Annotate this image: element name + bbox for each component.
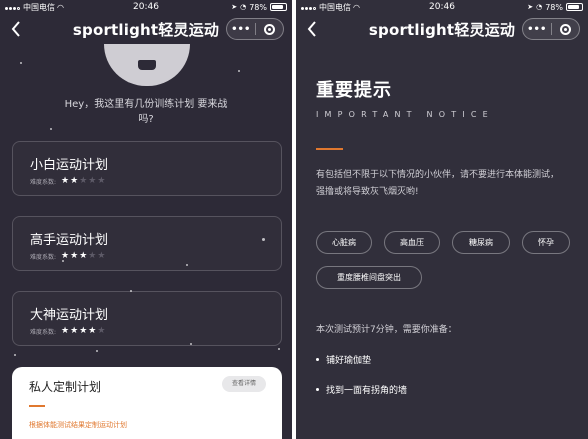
back-arrow-icon — [307, 21, 316, 37]
difficulty-stars: ★★★★★ — [61, 326, 106, 336]
accent-divider — [29, 405, 45, 407]
star-filled-icon: ★ — [70, 176, 80, 186]
star-decoration — [278, 348, 280, 350]
status-time: 20:46 — [429, 2, 455, 12]
plan-card-expert[interactable]: 高手运动计划 难度系数: ★★★★★ — [12, 216, 282, 271]
condition-tag: 糖尿病 — [452, 231, 510, 254]
back-button[interactable] — [6, 19, 26, 39]
custom-plan-description: 根据体能测试结果定制运动计划 — [29, 421, 127, 429]
battery-icon — [566, 3, 583, 11]
star-decoration — [238, 70, 240, 72]
navigation-bar: sportlight轻灵运动 ••• — [296, 14, 588, 44]
difficulty-label: 难度系数: — [30, 328, 57, 336]
more-menu-button[interactable]: ••• — [523, 24, 551, 35]
star-filled-icon: ★ — [61, 176, 71, 186]
close-miniprogram-button[interactable] — [552, 23, 580, 35]
star-decoration — [50, 128, 52, 130]
star-empty-icon: ★ — [97, 326, 107, 336]
star-filled-icon: ★ — [79, 326, 89, 336]
wifi-icon: ◠ — [57, 2, 64, 12]
battery-percent: 78% — [545, 2, 563, 12]
carrier-name: 中国电信 — [319, 2, 351, 12]
greeting-text: Hey，我这里有几份训练计划 要来战吗? — [64, 99, 228, 125]
condition-tag: 怀孕 — [522, 231, 570, 254]
star-filled-icon: ★ — [70, 326, 80, 336]
accent-divider — [316, 148, 343, 150]
status-bar: 中国电信 ◠ 20:46 ➤ ◔ 78% — [0, 0, 292, 14]
plan-card-master[interactable]: 大神运动计划 难度系数: ★★★★★ — [12, 291, 282, 346]
preparation-item-text: 铺好瑜伽垫 — [326, 356, 372, 366]
preparation-item-text: 找到一面有拐角的墙 — [326, 386, 408, 396]
plan-card-beginner[interactable]: 小白运动计划 难度系数: ★★★★★ — [12, 141, 282, 196]
plan-title: 小白运动计划 — [30, 158, 109, 173]
book-icon — [138, 60, 156, 70]
battery-percent: 78% — [249, 2, 267, 12]
star-decoration — [96, 350, 98, 352]
notice-screen: 中国电信 ◠ 20:46 ➤ ◔ 78% sportlight轻灵运动 ••• … — [296, 0, 588, 439]
signal-icon — [301, 3, 317, 12]
more-menu-button[interactable]: ••• — [227, 24, 255, 35]
back-button[interactable] — [302, 19, 322, 39]
notice-description: 有包括但不限于以下情况的小伙伴，请不要进行本体能测试，强撸或将导致灰飞烟灭哟! — [316, 170, 560, 197]
condition-tag: 高血压 — [384, 231, 440, 254]
preparation-item: 找到一面有拐角的墙 — [316, 383, 407, 396]
condition-tag: 心脏病 — [316, 231, 372, 254]
miniprogram-capsule: ••• — [226, 18, 284, 40]
difficulty-stars: ★★★★★ — [61, 251, 106, 261]
star-empty-icon: ★ — [88, 176, 98, 186]
battery-icon — [270, 3, 287, 11]
miniprogram-capsule: ••• — [522, 18, 580, 40]
close-miniprogram-button[interactable] — [256, 23, 284, 35]
star-empty-icon: ★ — [97, 251, 107, 261]
difficulty-row: 难度系数: ★★★★★ — [30, 326, 106, 336]
condition-tag: 重度腰椎间盘突出 — [316, 266, 422, 289]
star-decoration — [20, 62, 22, 64]
custom-plan-title: 私人定制计划 — [29, 380, 102, 394]
notice-subtitle: IMPORTANT NOTICE — [316, 110, 494, 119]
location-icon: ➤ — [231, 3, 238, 11]
difficulty-label: 难度系数: — [30, 178, 57, 186]
difficulty-row: 难度系数: ★★★★★ — [30, 251, 106, 261]
navigation-bar: sportlight轻灵运动 ••• — [0, 14, 292, 44]
custom-plan-card[interactable]: 私人定制计划 查看详情 根据体能测试结果定制运动计划 — [12, 367, 282, 439]
alarm-icon: ◔ — [240, 3, 247, 11]
bullet-icon — [316, 388, 319, 391]
preparation-item: 铺好瑜伽垫 — [316, 353, 371, 366]
star-filled-icon: ★ — [61, 251, 71, 261]
preparation-title: 本次测试预计7分钟，需要你准备： — [316, 325, 457, 335]
hero-illustration — [104, 44, 190, 86]
star-filled-icon: ★ — [79, 251, 89, 261]
notice-title: 重要提示 — [316, 80, 392, 101]
difficulty-label: 难度系数: — [30, 253, 57, 261]
star-filled-icon: ★ — [88, 326, 98, 336]
location-icon: ➤ — [527, 3, 534, 11]
target-icon — [263, 23, 275, 35]
star-empty-icon: ★ — [97, 176, 107, 186]
view-details-button[interactable]: 查看详情 — [221, 376, 266, 392]
star-filled-icon: ★ — [70, 251, 80, 261]
back-arrow-icon — [11, 21, 20, 37]
star-filled-icon: ★ — [61, 326, 71, 336]
signal-icon — [5, 3, 21, 12]
star-decoration — [14, 354, 16, 356]
status-bar: 中国电信 ◠ 20:46 ➤ ◔ 78% — [296, 0, 588, 14]
carrier-name: 中国电信 — [23, 2, 55, 12]
wifi-icon: ◠ — [353, 2, 360, 12]
difficulty-stars: ★★★★★ — [61, 176, 106, 186]
target-icon — [559, 23, 571, 35]
status-time: 20:46 — [133, 2, 159, 12]
bullet-icon — [316, 358, 319, 361]
star-empty-icon: ★ — [79, 176, 89, 186]
plan-title: 大神运动计划 — [30, 308, 109, 323]
plan-list-screen: 中国电信 ◠ 20:46 ➤ ◔ 78% sportlight轻灵运动 ••• … — [0, 0, 292, 439]
star-empty-icon: ★ — [88, 251, 98, 261]
plan-title: 高手运动计划 — [30, 233, 109, 248]
alarm-icon: ◔ — [536, 3, 543, 11]
difficulty-row: 难度系数: ★★★★★ — [30, 176, 106, 186]
